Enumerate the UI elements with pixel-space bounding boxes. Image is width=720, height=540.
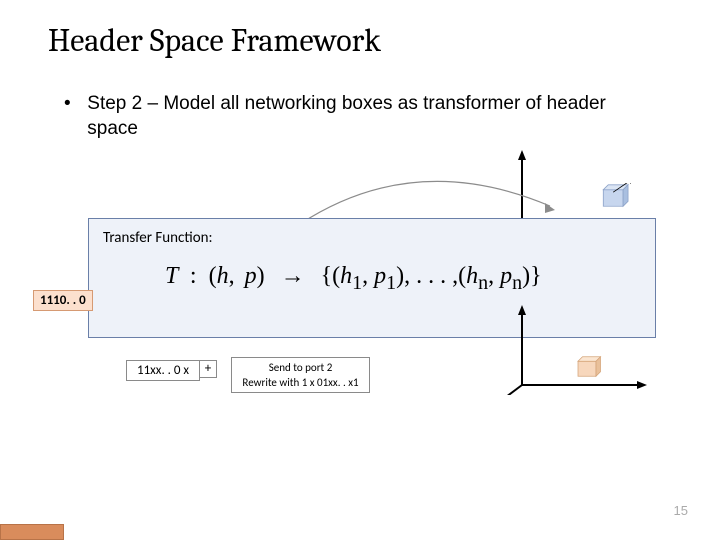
action-box: Send to port 2 Rewrite with 1 x 01xx. . … — [231, 357, 370, 393]
plus-box: + — [199, 360, 217, 378]
bullet-row: • Step 2 – Model all networking boxes as… — [64, 92, 644, 141]
label-11xx: 11xx. . 0 x — [126, 360, 200, 381]
cube-bottom — [575, 355, 605, 378]
cube-top — [600, 183, 633, 208]
bullet-text: Step 2 – Model all networking boxes as t… — [87, 92, 637, 141]
axes-bottom — [502, 305, 652, 395]
slide-title: Header Space Framework — [48, 22, 381, 59]
transfer-formula: T : (h, p) → {(h1, p1), . . . ,(hn, pn)} — [165, 263, 542, 295]
action-line2: Rewrite with 1 x 01xx. . x1 — [232, 376, 369, 391]
footer-accent — [0, 524, 64, 540]
action-line1: Send to port 2 — [232, 361, 369, 376]
page-number: 15 — [674, 503, 688, 518]
label-1110: 1110. . 0 — [33, 290, 93, 311]
panel-label: Transfer Function: — [103, 229, 213, 247]
bullet-marker: • — [64, 92, 82, 117]
